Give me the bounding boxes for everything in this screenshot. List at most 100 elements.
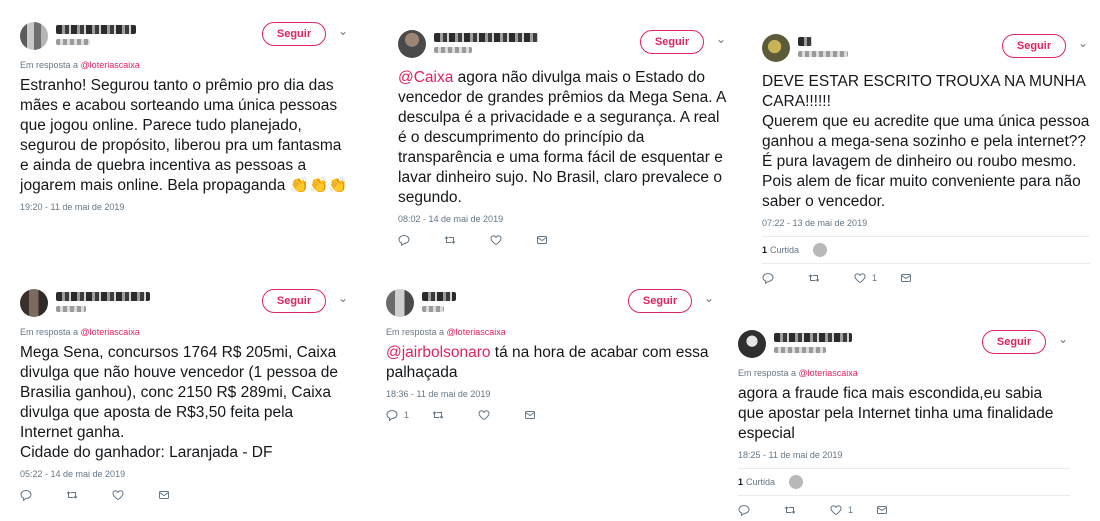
liker-avatar[interactable] — [813, 243, 828, 257]
reply-icon — [398, 234, 410, 246]
follow-button[interactable]: Seguir — [982, 330, 1046, 354]
chevron-down-icon[interactable]: ⌄ — [336, 24, 350, 38]
tweet-text: Mega Sena, concursos 1764 R$ 205mi, Caix… — [20, 344, 338, 461]
like-count: 1 — [848, 505, 854, 515]
dm-action[interactable] — [524, 409, 570, 421]
reply-to-link[interactable]: @loteriascaixa — [799, 368, 858, 378]
like-action[interactable] — [490, 234, 536, 246]
likes-count: 1 — [762, 245, 768, 255]
reply-to-link[interactable]: @loteriascaixa — [81, 327, 140, 337]
chevron-down-icon[interactable]: ⌄ — [702, 291, 716, 305]
retweet-icon — [784, 506, 796, 514]
author-name[interactable] — [56, 25, 136, 34]
retweet-action[interactable] — [444, 234, 490, 246]
author-name[interactable] — [774, 333, 852, 342]
tweet-timestamp[interactable]: 08:02 - 14 de mai de 2019 — [398, 214, 728, 224]
retweet-action[interactable] — [808, 272, 854, 284]
reply-action[interactable]: 1 — [386, 409, 432, 421]
heart-icon — [830, 505, 842, 516]
heart-icon — [490, 235, 502, 246]
follow-button[interactable]: Seguir — [262, 22, 326, 46]
author-handle — [434, 47, 472, 53]
tweet-text: @Caixa agora não divulga mais o Estado d… — [398, 68, 728, 208]
retweet-icon — [444, 236, 456, 244]
like-action[interactable]: 1 — [830, 504, 876, 516]
author-name[interactable] — [56, 292, 150, 301]
tweet-actions: 1 — [386, 409, 716, 421]
tweet-header: Seguir ⌄ — [386, 289, 716, 327]
tweet-text: @jairbolsonaro tá na hora de acabar com … — [386, 343, 716, 383]
reply-action[interactable] — [20, 489, 66, 501]
reply-action[interactable] — [762, 272, 808, 284]
chevron-down-icon[interactable]: ⌄ — [714, 32, 728, 46]
mention-link[interactable]: @Caixa — [398, 69, 453, 86]
like-action[interactable] — [112, 489, 158, 501]
mention-link[interactable]: @jairbolsonaro — [386, 344, 490, 361]
likes-summary[interactable]: 1 Curtida — [738, 469, 1070, 495]
dm-action[interactable] — [158, 489, 204, 501]
retweet-action[interactable] — [784, 504, 830, 516]
chevron-down-icon[interactable]: ⌄ — [1056, 332, 1070, 346]
reply-icon — [20, 489, 32, 501]
tweet-card: Seguir ⌄ Em resposta a @loteriascaixa @j… — [386, 289, 716, 421]
follow-button[interactable]: Seguir — [1002, 34, 1066, 58]
follow-button[interactable]: Seguir — [262, 289, 326, 313]
tweet-body: agora não divulga mais o Estado do vence… — [398, 69, 726, 206]
dm-action[interactable] — [876, 504, 922, 516]
tweet-text: Estranho! Segurou tanto o prêmio pro dia… — [20, 76, 350, 196]
likes-summary[interactable]: 1 Curtida — [762, 237, 1090, 263]
author-handle — [798, 51, 848, 57]
avatar[interactable] — [386, 289, 414, 317]
envelope-icon — [877, 506, 887, 514]
reply-prefix: Em resposta a — [738, 368, 797, 378]
reply-to-link[interactable]: @loteriascaixa — [447, 327, 506, 337]
author-name[interactable] — [434, 33, 538, 42]
avatar[interactable] — [20, 289, 48, 317]
tweet-actions: 1 — [762, 272, 1090, 284]
like-action[interactable] — [478, 409, 524, 421]
author-handle — [56, 306, 86, 312]
divider — [738, 495, 1070, 496]
reply-icon — [762, 272, 774, 284]
tweet-header: Seguir ⌄ — [398, 30, 728, 68]
dm-action[interactable] — [900, 272, 946, 284]
avatar[interactable] — [398, 30, 426, 58]
author-handle — [774, 347, 826, 353]
envelope-icon — [525, 411, 535, 419]
tweet-header: Seguir ⌄ — [738, 330, 1070, 368]
tweet-card: Seguir ⌄ @Caixa agora não divulga mais o… — [398, 30, 728, 246]
tweet-timestamp[interactable]: 18:36 - 11 de mai de 2019 — [386, 389, 716, 399]
avatar[interactable] — [738, 330, 766, 358]
tweet-timestamp[interactable]: 18:25 - 11 de mai de 2019 — [738, 450, 1070, 460]
retweet-action[interactable] — [432, 409, 478, 421]
avatar[interactable] — [20, 22, 48, 50]
tweet-header: Seguir ⌄ — [20, 22, 350, 60]
tweet-timestamp[interactable]: 07:22 - 13 de mai de 2019 — [762, 218, 1090, 228]
tweet-text: agora a fraude fica mais escondida,eu sa… — [738, 385, 1054, 442]
retweet-icon — [432, 411, 444, 419]
tweet-timestamp[interactable]: 19:20 - 11 de mai de 2019 — [20, 202, 350, 212]
reply-to-link[interactable]: @loteriascaixa — [81, 60, 140, 70]
tweet-card: Seguir ⌄ DEVE ESTAR ESCRITO TROUXA NA MU… — [762, 34, 1090, 284]
liker-avatar[interactable] — [789, 475, 804, 489]
heart-icon — [854, 273, 866, 284]
chevron-down-icon[interactable]: ⌄ — [1076, 36, 1090, 50]
reply-action[interactable] — [738, 504, 784, 516]
divider — [762, 263, 1090, 264]
like-action[interactable]: 1 — [854, 272, 900, 284]
tweet-actions: 1 — [738, 504, 1070, 516]
retweet-action[interactable] — [66, 489, 112, 501]
envelope-icon — [537, 236, 547, 244]
reply-icon — [738, 504, 750, 516]
follow-button[interactable]: Seguir — [628, 289, 692, 313]
tweet-timestamp[interactable]: 05:22 - 14 de mai de 2019 — [20, 469, 350, 479]
tweet-header: Seguir ⌄ — [762, 34, 1090, 72]
chevron-down-icon[interactable]: ⌄ — [336, 291, 350, 305]
avatar[interactable] — [762, 34, 790, 62]
reply-action[interactable] — [398, 234, 444, 246]
dm-action[interactable] — [536, 234, 582, 246]
follow-button[interactable]: Seguir — [640, 30, 704, 54]
reply-context: Em resposta a @loteriascaixa — [20, 327, 350, 337]
author-name[interactable] — [798, 37, 812, 46]
author-name[interactable] — [422, 292, 456, 301]
